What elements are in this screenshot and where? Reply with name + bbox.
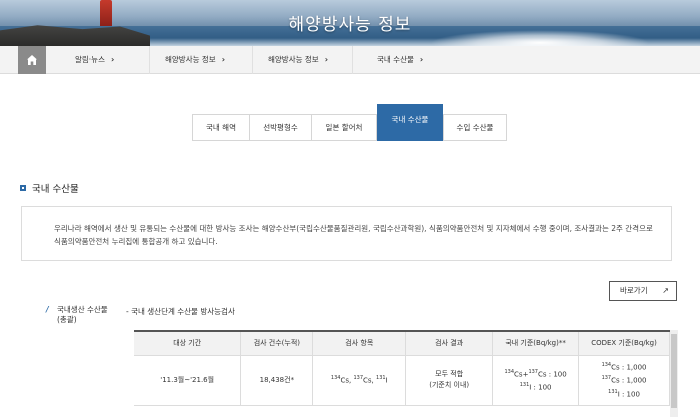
column-header: 국내 기준(Bq/kg)** bbox=[492, 331, 580, 356]
breadcrumb-label: 알림·뉴스 bbox=[75, 55, 105, 64]
cell-count: 18,438건* bbox=[240, 354, 314, 406]
page-title: 해양방사능 정보 bbox=[288, 15, 412, 35]
home-icon bbox=[27, 55, 37, 65]
results-table: 대상 기간 검사 건수(누적) 검사 항목 검사 결과 국내 기준(Bq/kg)… bbox=[134, 330, 670, 406]
subsection-title: - 국내 생산단계 수산물 방사능검사 bbox=[126, 307, 235, 316]
column-header: CODEX 기준(Bq/kg) bbox=[578, 331, 670, 356]
breadcrumb-item-domestic-seafood[interactable]: 국내 수산물 › bbox=[353, 46, 453, 74]
breadcrumb-item-news[interactable]: 알림·뉴스 › bbox=[55, 46, 150, 74]
table-scrollbar[interactable] bbox=[670, 330, 678, 417]
section-heading: 국내 수산물 bbox=[20, 181, 79, 195]
cell-result: 모두 적합 (기준치 이내) bbox=[405, 354, 494, 406]
category-text: 국내생산 수산물(총괄) bbox=[57, 305, 108, 324]
breadcrumb-item-radiation-sub[interactable]: 해양방사능 정보 › bbox=[253, 46, 353, 74]
section-title: 국내 수산물 bbox=[32, 184, 79, 195]
chevron-right-icon: › bbox=[110, 55, 115, 64]
home-button[interactable] bbox=[18, 46, 46, 74]
breadcrumb-label: 국내 수산물 bbox=[377, 55, 414, 64]
column-header: 검사 항목 bbox=[312, 331, 407, 356]
breadcrumb-label: 해양방사능 정보 bbox=[165, 55, 216, 64]
header-banner: 해양방사능 정보 bbox=[0, 0, 700, 46]
shortcut-button[interactable]: 바로가기 ↗ bbox=[609, 281, 677, 301]
external-link-icon: ↗ bbox=[662, 286, 669, 295]
breadcrumb-label: 해양방사능 정보 bbox=[268, 55, 319, 64]
table-header-row: 대상 기간 검사 건수(누적) 검사 항목 검사 결과 국내 기준(Bq/kg)… bbox=[134, 331, 670, 356]
shortcut-label: 바로가기 bbox=[620, 286, 648, 295]
scrollbar-thumb[interactable] bbox=[671, 334, 677, 408]
cell-items: 134Cs, 137Cs, 131I bbox=[312, 354, 407, 406]
cell-codex-standard: 134Cs : 1,000 137Cs : 1,000 131I : 100 bbox=[578, 354, 670, 406]
tab-domestic-waters[interactable]: 국내 해역 bbox=[192, 114, 250, 141]
tab-domestic-seafood[interactable]: 국내 수산물 bbox=[377, 104, 443, 141]
table-row: '11.3월~'21.6월 18,438건* 134Cs, 137Cs, 131… bbox=[134, 354, 670, 406]
column-header: 검사 건수(누적) bbox=[240, 331, 314, 356]
chevron-right-icon: › bbox=[221, 55, 225, 64]
chevron-right-icon: › bbox=[324, 55, 328, 64]
breadcrumb: 알림·뉴스 › 해양방사능 정보 › 해양방사능 정보 › 국내 수산물 › bbox=[0, 46, 700, 74]
cell-period: '11.3월~'21.6월 bbox=[134, 354, 242, 406]
slash-bullet-icon: / bbox=[46, 305, 49, 314]
column-header: 검사 결과 bbox=[405, 331, 494, 356]
breadcrumb-item-radiation[interactable]: 해양방사능 정보 › bbox=[150, 46, 253, 74]
square-bullet-icon bbox=[20, 185, 26, 191]
tab-ballast-water[interactable]: 선박평형수 bbox=[249, 114, 312, 141]
info-box: 우리나라 해역에서 생산 및 유통되는 수산물에 대한 방사능 조사는 해양수산… bbox=[21, 206, 672, 261]
tab-imported-seafood[interactable]: 수입 수산물 bbox=[443, 114, 507, 141]
chevron-right-icon: › bbox=[419, 55, 424, 64]
tab-japan[interactable]: 일본 할어처 bbox=[311, 114, 377, 141]
info-text: 우리나라 해역에서 생산 및 유통되는 수산물에 대한 방사능 조사는 해양수산… bbox=[54, 224, 653, 246]
cell-domestic-standard: 134Cs+137Cs : 100 131I : 100 bbox=[492, 354, 580, 406]
column-header: 대상 기간 bbox=[134, 331, 242, 356]
